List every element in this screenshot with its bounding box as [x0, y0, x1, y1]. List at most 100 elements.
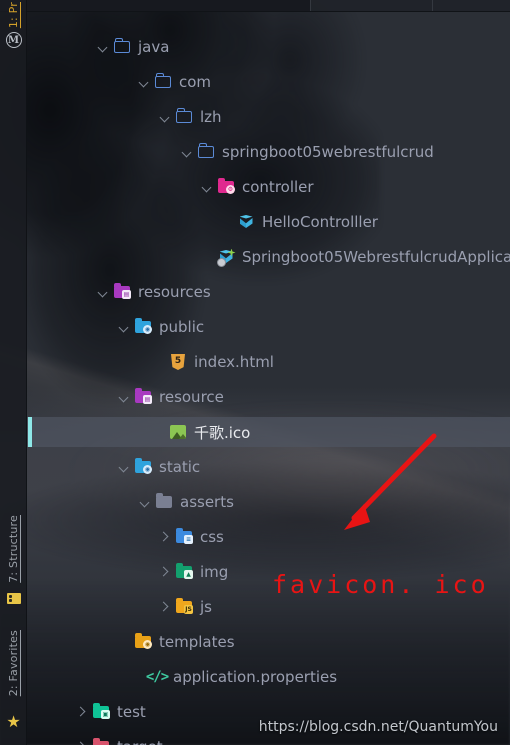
tree-node-icon	[154, 73, 172, 91]
tree-node-label: HelloControlller	[262, 213, 378, 231]
tree-node-icon: ▤	[134, 387, 152, 406]
tree-node-icon	[155, 492, 173, 511]
gear-icon: ⚙	[226, 185, 235, 194]
tree-node-resources[interactable]: ▤ resources	[27, 277, 510, 307]
tree-node-label: resource	[159, 388, 224, 406]
html5-icon: 5	[171, 354, 185, 370]
chevron-right-icon[interactable]	[75, 740, 89, 745]
tree-node-label: java	[138, 38, 170, 56]
chevron-right-icon[interactable]	[158, 530, 172, 544]
folder-resources-icon: ▤	[135, 387, 152, 404]
tree-node-static[interactable]: ◉ static	[27, 452, 510, 482]
folder-icon	[155, 73, 171, 88]
sidebar-item-label-project: 1: Pr	[7, 1, 20, 29]
tree-node-label: application.properties	[173, 668, 338, 686]
folder-js-icon: JS	[176, 597, 193, 614]
tree-node-label: static	[159, 458, 201, 476]
chevron-right-icon[interactable]	[158, 565, 172, 579]
chevron-placeholder	[131, 670, 145, 684]
tree-node-icon	[169, 423, 187, 441]
tree-node-qiange-ico[interactable]: 千歌.ico	[27, 417, 510, 447]
tree-node-icon	[92, 737, 110, 745]
sidebar-tool-project[interactable]: 1: Pr	[0, 2, 27, 28]
tree-node-label: index.html	[194, 353, 274, 371]
tree-node-index-html[interactable]: 5 index.html	[27, 347, 510, 377]
top-toolbar	[0, 0, 510, 12]
chevron-down-icon[interactable]	[117, 390, 131, 404]
folder-test-icon: ▣	[93, 702, 110, 719]
chevron-down-icon[interactable]	[137, 75, 151, 89]
tree-node-lzh[interactable]: lzh	[27, 102, 510, 132]
chevron-placeholder	[152, 355, 166, 369]
toolbar-divider-1	[310, 0, 311, 11]
folder-web-icon: ◉	[135, 457, 152, 474]
tree-node-icon: ◉	[134, 317, 152, 336]
chevron-down-icon[interactable]	[180, 145, 194, 159]
tree-node-icon: </>	[145, 668, 169, 686]
tree-node-springboot05webrestfulcrudapplication[interactable]: Springboot05WebrestfulcrudApplica	[27, 242, 510, 272]
tree-node-label: springboot05webrestfulcrud	[222, 143, 434, 161]
selection-accent-bar	[28, 417, 32, 447]
chevron-right-icon[interactable]	[158, 600, 172, 614]
tree-node-label: test	[117, 703, 146, 721]
sidebar-icon-favorites[interactable]: ★	[0, 712, 27, 732]
chevron-down-icon[interactable]	[158, 110, 172, 124]
tree-node-com[interactable]: com	[27, 67, 510, 97]
tree-node-templates[interactable]: ◉ templates	[27, 627, 510, 657]
lines-icon: ≡	[184, 535, 193, 544]
chevron-down-icon[interactable]	[200, 180, 214, 194]
tree-node-icon: 5	[169, 353, 187, 371]
tree-node-asserts[interactable]: asserts	[27, 487, 510, 517]
chevron-right-icon[interactable]	[75, 705, 89, 719]
chevron-down-icon[interactable]	[96, 285, 110, 299]
tree-node-label: Springboot05WebrestfulcrudApplica	[242, 248, 510, 266]
tree-node-css[interactable]: ≡ css	[27, 522, 510, 552]
tree-node-springboot05webrestfulcrud[interactable]: springboot05webrestfulcrud	[27, 137, 510, 167]
sidebar-tool-favorites[interactable]: 2: Favorites	[0, 625, 27, 701]
tree-node-label: lzh	[200, 108, 222, 126]
project-tree[interactable]: java com lzh springboot05webrestfulcrud ⚙ con…	[27, 12, 510, 745]
tree-node-icon: ⚙	[217, 177, 235, 196]
tree-node-icon: ▤	[113, 282, 131, 301]
tree-node-public[interactable]: ◉ public	[27, 312, 510, 342]
toolbar-divider-2	[432, 0, 433, 11]
tree-node-controller[interactable]: ⚙ controller	[27, 172, 510, 202]
sidebar-tool-structure[interactable]: 7: Structure	[0, 513, 27, 585]
tool-window-sidebar[interactable]: 1: Pr M 7: Structure 2: Favorites ★	[0, 0, 27, 745]
tree-node-resource[interactable]: ▤ resource	[27, 382, 510, 412]
chevron-placeholder	[152, 425, 166, 439]
tree-node-icon: ▲	[175, 562, 193, 581]
document-icon: ▤	[122, 290, 131, 299]
tree-node-icon	[113, 38, 131, 56]
test-icon: ▣	[101, 710, 110, 719]
chevron-down-icon[interactable]	[117, 460, 131, 474]
tree-node-application-properties[interactable]: </> application.properties	[27, 662, 510, 692]
tree-node-icon	[237, 213, 255, 231]
ide-window: 1: Pr M 7: Structure 2: Favorites ★ java…	[0, 0, 510, 745]
tree-node-icon: ≡	[175, 527, 193, 546]
folder-icon	[114, 38, 130, 53]
chevron-down-icon[interactable]	[96, 40, 110, 54]
tree-node-icon: ◉	[134, 632, 152, 651]
sidebar-tool-maven[interactable]: M	[0, 30, 27, 50]
tree-node-icon	[216, 248, 236, 267]
folder-templates-icon: ◉	[135, 632, 152, 649]
tree-node-label: img	[200, 563, 229, 581]
star-icon: ★	[6, 712, 21, 731]
template-icon: ◉	[143, 640, 152, 649]
tree-node-java[interactable]: java	[27, 32, 510, 62]
chevron-placeholder	[200, 250, 214, 264]
folder-css-icon: ≡	[176, 527, 193, 544]
tree-node-hellocontrolller[interactable]: HelloControlller	[27, 207, 510, 237]
watermark-url: https://blog.csdn.net/QuantumYou	[258, 719, 498, 735]
folder-target-icon	[93, 737, 109, 745]
tree-node-icon	[175, 108, 193, 126]
chevron-down-icon[interactable]	[117, 320, 131, 334]
sidebar-item-label-structure: 7: Structure	[7, 515, 20, 583]
tree-node-label: templates	[159, 633, 235, 651]
tree-node-icon: ◉	[134, 457, 152, 476]
chevron-down-icon[interactable]	[138, 495, 152, 509]
properties-file-icon: </>	[145, 669, 169, 685]
annotation-text: favicon. ico	[272, 570, 489, 599]
sidebar-icon-structure[interactable]	[0, 590, 27, 606]
